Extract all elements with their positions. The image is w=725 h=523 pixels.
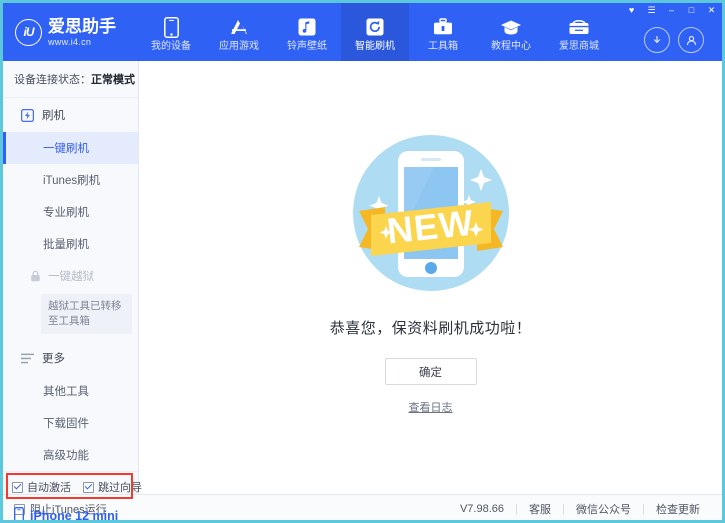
- checkbox-skip-wizard[interactable]: 跳过向导: [83, 479, 142, 495]
- version-label: V7.98.66: [460, 503, 516, 515]
- logo-subtitle: www.i4.cn: [48, 38, 116, 47]
- sidebar-item-advanced[interactable]: 高级功能: [3, 439, 138, 471]
- checkbox-box: [83, 482, 94, 493]
- main-nav: 我的设备 应用游戏 铃声壁纸 智能刷机: [137, 3, 626, 61]
- sidebar-group-more[interactable]: 更多: [3, 338, 138, 375]
- checkbox-label: 跳过向导: [98, 479, 142, 495]
- logo-title: 爱思助手: [48, 18, 116, 35]
- success-message: 恭喜您，保资料刷机成功啦！: [330, 317, 532, 338]
- logo-text: 爱思助手 www.i4.cn: [48, 18, 116, 47]
- appstore-icon: [228, 16, 250, 38]
- shield-icon[interactable]: ♥: [626, 5, 637, 16]
- checkbox-label: 自动激活: [27, 479, 71, 495]
- maximize-icon[interactable]: □: [686, 5, 697, 16]
- user-icon[interactable]: [678, 27, 704, 53]
- checkbox-auto-activate[interactable]: 自动激活: [12, 479, 71, 495]
- app-window: iU 爱思助手 www.i4.cn 我的设备 应用游戏: [0, 0, 725, 523]
- view-log-link[interactable]: 查看日志: [409, 399, 453, 415]
- nav-label: 应用游戏: [219, 42, 259, 52]
- sidebar-item-itunes-flash[interactable]: iTunes刷机: [3, 164, 138, 196]
- store-icon: [568, 16, 590, 38]
- connection-status-value: 正常模式: [91, 74, 135, 86]
- nav-item-my-device[interactable]: 我的设备: [137, 3, 205, 61]
- sidebar-item-other-tools[interactable]: 其他工具: [3, 375, 138, 407]
- wechat-link[interactable]: 微信公众号: [564, 501, 643, 517]
- nav-label: 工具箱: [428, 42, 458, 52]
- graduation-cap-icon: [500, 16, 522, 38]
- nav-item-smart-flash[interactable]: 智能刷机: [341, 3, 409, 61]
- nav-item-apps-games[interactable]: 应用游戏: [205, 3, 273, 61]
- confirm-button[interactable]: 确定: [385, 358, 477, 385]
- sidebar-item-one-key-flash[interactable]: 一键刷机: [3, 132, 138, 164]
- sidebar-item-batch-flash[interactable]: 批量刷机: [3, 228, 138, 260]
- sidebar-group-label: 刷机: [42, 107, 65, 123]
- sidebar: 设备连接状态：正常模式 刷机 一键刷机 iTunes刷机 专业刷机 批量刷机: [3, 61, 139, 494]
- music-icon: [298, 16, 316, 38]
- logo-mark-icon: iU: [15, 19, 42, 46]
- window-controls: ♥ ☰ – □ ✕: [626, 5, 717, 16]
- connection-status: 设备连接状态：正常模式: [3, 61, 138, 98]
- nav-item-ringtones-wallpaper[interactable]: 铃声壁纸: [273, 3, 341, 61]
- nav-item-toolbox[interactable]: 工具箱: [409, 3, 477, 61]
- list-icon: [21, 352, 34, 365]
- refresh-icon: [366, 16, 384, 38]
- sidebar-group-label: 更多: [42, 350, 65, 366]
- nav-item-tutorials[interactable]: 教程中心: [477, 3, 545, 61]
- app-logo[interactable]: iU 爱思助手 www.i4.cn: [3, 3, 137, 61]
- main-content: NEW 恭喜您，保资料刷机成功啦！ 确定 查看日志: [139, 61, 722, 494]
- nav-label: 我的设备: [151, 42, 191, 52]
- body: 设备连接状态：正常模式 刷机 一键刷机 iTunes刷机 专业刷机 批量刷机: [3, 61, 722, 494]
- nav-label: 教程中心: [491, 42, 531, 52]
- flash-icon: [21, 109, 34, 122]
- sidebar-item-label: 其他工具: [43, 386, 89, 398]
- sidebar-item-download-firmware[interactable]: 下载固件: [3, 407, 138, 439]
- sidebar-item-label: 批量刷机: [43, 239, 89, 251]
- nav-label: 爱思商城: [559, 42, 599, 52]
- sidebar-item-label: 一键刷机: [43, 143, 89, 155]
- jailbreak-moved-tooltip: 越狱工具已转移至工具箱: [41, 294, 132, 334]
- app-header: iU 爱思助手 www.i4.cn 我的设备 应用游戏: [3, 3, 722, 61]
- sidebar-item-label: iTunes刷机: [43, 175, 100, 187]
- support-link[interactable]: 客服: [517, 501, 563, 517]
- connection-status-label: 设备连接状态：: [14, 74, 91, 86]
- minimize-icon[interactable]: –: [666, 5, 677, 16]
- status-bar-links: V7.98.66 客服 微信公众号 检查更新: [460, 501, 712, 517]
- nav-item-store[interactable]: 爱思商城: [545, 3, 613, 61]
- sidebar-item-one-key-jailbreak: 一键越狱: [3, 260, 138, 292]
- check-update-link[interactable]: 检查更新: [644, 501, 712, 517]
- sidebar-item-label: 一键越狱: [48, 268, 94, 284]
- close-icon[interactable]: ✕: [706, 5, 717, 16]
- new-badge-phone-illustration: NEW: [341, 123, 521, 303]
- sidebar-item-label: 下载固件: [43, 418, 89, 430]
- lock-icon: [29, 270, 41, 283]
- sidebar-item-label: 高级功能: [43, 450, 89, 462]
- toolbox-icon: [433, 16, 453, 38]
- sidebar-item-label: 专业刷机: [43, 207, 89, 219]
- sidebar-item-pro-flash[interactable]: 专业刷机: [3, 196, 138, 228]
- sidebar-group-flash[interactable]: 刷机: [3, 98, 138, 132]
- download-icon[interactable]: [644, 27, 670, 53]
- nav-label: 铃声壁纸: [287, 42, 327, 52]
- phone-icon: [164, 16, 179, 38]
- connected-device[interactable]: iPhone 12 mini 64GB Down-12mini-13,1: [3, 502, 138, 523]
- nav-label: 智能刷机: [355, 42, 395, 52]
- menu-icon[interactable]: ☰: [646, 5, 657, 16]
- checkbox-box: [12, 482, 23, 493]
- sidebar-options-row: 自动激活 跳过向导: [3, 471, 138, 502]
